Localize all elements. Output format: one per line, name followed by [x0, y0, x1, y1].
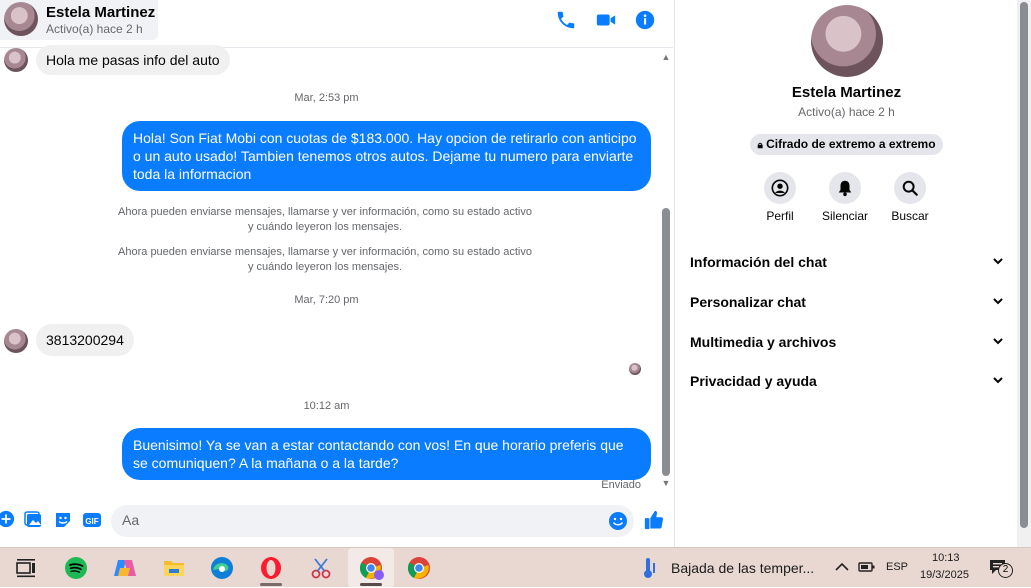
- running-indicator: [360, 583, 382, 586]
- profile-status: Activo(a) hace 2 h: [798, 105, 895, 119]
- battery-network-icon[interactable]: [857, 558, 877, 576]
- thermometer-icon[interactable]: [640, 555, 660, 581]
- search-action[interactable]: Buscar: [875, 172, 945, 223]
- chevron-up-icon[interactable]: [833, 558, 851, 576]
- chat-header: Estela Martinez Activo(a) hace 2 h: [0, 0, 673, 48]
- svg-text:GIF: GIF: [85, 517, 98, 526]
- outgoing-message[interactable]: Buenisimo! Ya se van a estar contactando…: [122, 428, 651, 480]
- timestamp-separator: 10:12 am: [303, 400, 350, 412]
- emoji-icon[interactable]: [608, 511, 628, 536]
- message-composer: GIF: [0, 493, 673, 547]
- chevron-down-icon: [991, 294, 1005, 311]
- conversation-details-panel: Estela Martinez Activo(a) hace 2 h 🔒︎ Ci…: [674, 0, 1031, 547]
- weather-widget-text[interactable]: Bajada de las temper...: [671, 560, 814, 576]
- notification-count-badge: 2: [998, 563, 1013, 578]
- profile-action[interactable]: Perfil: [745, 172, 815, 223]
- contact-status: Activo(a) hace 2 h: [46, 22, 143, 36]
- message-input-box[interactable]: [111, 505, 634, 537]
- system-message-line: Ahora pueden enviarse mensajes, llamarse…: [118, 246, 532, 258]
- scroll-thumb[interactable]: [662, 208, 670, 476]
- plus-icon[interactable]: [0, 510, 17, 530]
- file-explorer-icon[interactable]: [161, 555, 187, 581]
- messenger-window: Estela Martinez Activo(a) hace 2 h Hola …: [0, 0, 1031, 547]
- sticker-icon[interactable]: [53, 510, 73, 530]
- chrome-messenger-icon[interactable]: [358, 555, 384, 581]
- chevron-down-icon: [991, 334, 1005, 351]
- encryption-label: Cifrado de extremo a extremo: [766, 137, 936, 151]
- system-message: Ahora pueden enviarse mensajes, llamarse…: [110, 245, 540, 275]
- task-view-icon[interactable]: [13, 555, 39, 581]
- section-label: Personalizar chat: [690, 294, 806, 310]
- section-label: Privacidad y ayuda: [690, 373, 817, 389]
- incoming-message[interactable]: Hola me pasas info del auto: [36, 45, 230, 75]
- info-icon[interactable]: [634, 9, 656, 31]
- system-message-line: y cuándo leyeron los mensajes.: [247, 261, 403, 273]
- profile-action-label: Perfil: [766, 209, 794, 223]
- scroll-down-arrow-icon[interactable]: ▼: [661, 478, 671, 488]
- system-message-line: Ahora pueden enviarse mensajes, llamarse…: [118, 206, 532, 218]
- sent-status: Enviado: [601, 479, 641, 491]
- search-action-label: Buscar: [891, 209, 929, 223]
- header-contact[interactable]: Estela Martinez Activo(a) hace 2 h: [0, 0, 158, 40]
- profile-name: Estela Martinez: [791, 84, 902, 101]
- section-media-files[interactable]: Multimedia y archivos: [690, 329, 1005, 357]
- panel-scrollbar[interactable]: [1017, 0, 1031, 547]
- section-customize-chat[interactable]: Personalizar chat: [690, 289, 1005, 317]
- thread-scrollbar[interactable]: ▲ ▼: [659, 48, 673, 493]
- opera-browser-icon[interactable]: [258, 555, 284, 581]
- spotify-icon[interactable]: [63, 555, 89, 581]
- clock-date[interactable]: 19/3/2025: [920, 569, 969, 581]
- read-receipt-avatar: [629, 363, 641, 375]
- contact-message-avatar[interactable]: [4, 329, 28, 353]
- scroll-up-arrow-icon[interactable]: ▲: [661, 52, 671, 62]
- encryption-badge[interactable]: 🔒︎ Cifrado de extremo a extremo: [750, 134, 943, 155]
- timestamp-separator: Mar, 7:20 pm: [294, 294, 359, 306]
- section-label: Multimedia y archivos: [690, 334, 837, 350]
- contact-name[interactable]: Estela Martinez: [46, 4, 155, 21]
- chrome-icon[interactable]: [406, 555, 432, 581]
- section-chat-info[interactable]: Información del chat: [690, 249, 1005, 277]
- lock-icon: 🔒︎: [757, 140, 763, 151]
- chevron-down-icon: [991, 254, 1005, 271]
- like-thumbs-up-icon[interactable]: [643, 509, 664, 530]
- outgoing-message[interactable]: Hola! Son Fiat Mobi con cuotas de $183.0…: [122, 121, 651, 191]
- system-message-line: y cuándo leyeron los mensajes.: [247, 221, 403, 233]
- incoming-message[interactable]: 3813200294: [36, 324, 134, 356]
- panel-scroll-thumb[interactable]: [1020, 2, 1028, 528]
- notification-center-icon[interactable]: 2: [988, 557, 1014, 581]
- chevron-down-icon: [991, 373, 1005, 390]
- mute-action-label: Silenciar: [821, 209, 869, 223]
- system-message: Ahora pueden enviarse mensajes, llamarse…: [110, 205, 540, 235]
- profile-avatar-large[interactable]: [811, 5, 883, 77]
- windows-taskbar: Bajada de las temper... ESP 10:13 19/3/2…: [0, 547, 1031, 588]
- contact-avatar[interactable]: [4, 2, 38, 36]
- mute-action[interactable]: Silenciar: [810, 172, 880, 223]
- clock-time[interactable]: 10:13: [932, 552, 960, 564]
- phone-call-icon[interactable]: [555, 9, 577, 31]
- message-thread[interactable]: Hola me pasas info del auto Mar, 2:53 pm…: [0, 45, 673, 493]
- message-input[interactable]: [122, 512, 602, 528]
- video-call-icon[interactable]: [595, 9, 617, 31]
- language-indicator[interactable]: ESP: [886, 561, 908, 573]
- contact-message-avatar[interactable]: [4, 48, 28, 72]
- section-label: Información del chat: [690, 254, 827, 270]
- gif-icon[interactable]: GIF: [82, 510, 102, 530]
- edge-browser-icon[interactable]: [209, 555, 235, 581]
- snipping-tool-icon[interactable]: [308, 555, 334, 581]
- running-indicator: [260, 583, 282, 586]
- gallery-icon[interactable]: [24, 510, 44, 530]
- section-privacy-help[interactable]: Privacidad y ayuda: [690, 368, 1005, 396]
- timestamp-separator: Mar, 2:53 pm: [294, 92, 359, 104]
- copilot-icon[interactable]: [112, 555, 138, 581]
